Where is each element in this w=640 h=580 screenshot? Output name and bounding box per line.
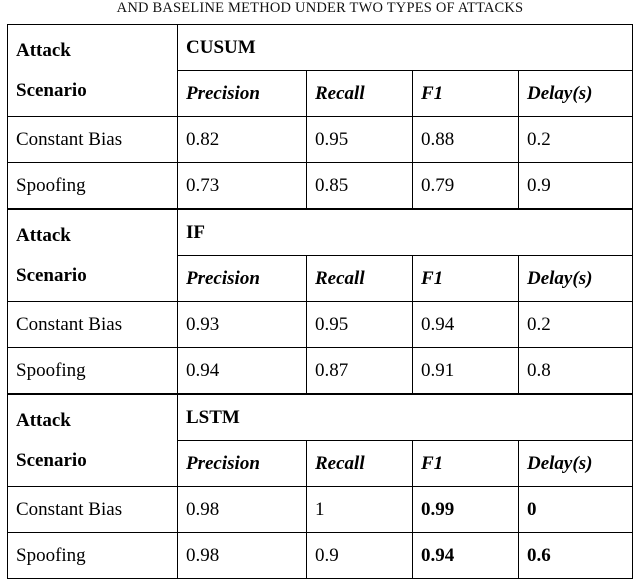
value-precision: 0.94	[177, 347, 307, 395]
value-f1: 0.88	[412, 116, 519, 163]
value-recall: 0.85	[306, 162, 413, 210]
table-row: Attack Scenario IF	[7, 208, 634, 302]
value-precision: 0.98	[177, 486, 307, 533]
value-recall: 0.95	[306, 301, 413, 348]
scenario-header-line-2: Scenario	[16, 450, 87, 471]
metric-header-delay: Delay(s)	[517, 70, 634, 117]
value-recall: 0.87	[306, 347, 413, 395]
row-label-spoofing: Spoofing	[7, 162, 178, 210]
value-recall: 0.9	[306, 532, 413, 579]
scenario-header-line-2: Scenario	[16, 265, 87, 286]
results-table-body: Attack Scenario CUSUM Precision Recall F…	[7, 24, 634, 579]
metric-header-recall: Recall	[306, 440, 413, 487]
value-delay: 0.8	[517, 347, 634, 395]
metric-header-delay: Delay(s)	[517, 440, 634, 487]
table-row: Attack Scenario CUSUM	[7, 24, 634, 117]
document-page: AND BASELINE METHOD UNDER TWO TYPES OF A…	[0, 0, 640, 580]
value-delay: 0.2	[517, 116, 634, 163]
scenario-header-cell: Attack Scenario	[7, 208, 178, 302]
table-row: Constant Bias 0.98 1 0.99 0	[7, 486, 634, 533]
method-name-cell: CUSUM	[176, 24, 634, 71]
value-precision: 0.98	[177, 532, 307, 579]
value-f1: 0.94	[412, 301, 519, 348]
scenario-header-line-1: Attack	[16, 40, 71, 61]
scenario-header-line-1: Attack	[16, 410, 71, 431]
value-f1: 0.99	[412, 486, 519, 533]
scenario-header-line-1: Attack	[16, 225, 71, 246]
value-precision: 0.93	[177, 301, 307, 348]
metric-header-f1: F1	[412, 440, 519, 487]
results-table-container: Attack Scenario CUSUM Precision Recall F…	[7, 24, 634, 579]
scenario-header-cell: Attack Scenario	[7, 393, 178, 487]
value-precision: 0.82	[177, 116, 307, 163]
table-row: Constant Bias 0.82 0.95 0.88 0.2	[7, 116, 634, 163]
value-recall: 1	[306, 486, 413, 533]
value-recall: 0.95	[306, 116, 413, 163]
value-delay: 0	[517, 486, 634, 533]
results-table: Attack Scenario CUSUM Precision Recall F…	[7, 24, 634, 579]
value-precision: 0.73	[177, 162, 307, 210]
metric-header-precision: Precision	[177, 255, 307, 302]
scenario-header-line-2: Scenario	[16, 80, 87, 101]
method-name-cell: IF	[176, 208, 634, 256]
value-f1: 0.94	[412, 532, 519, 579]
method-name-cell: LSTM	[176, 393, 634, 441]
table-row: Spoofing 0.98 0.9 0.94 0.6	[7, 532, 634, 579]
table-row: Constant Bias 0.93 0.95 0.94 0.2	[7, 301, 634, 348]
table-row: Spoofing 0.73 0.85 0.79 0.9	[7, 162, 634, 210]
value-delay: 0.6	[517, 532, 634, 579]
row-label-constant-bias: Constant Bias	[7, 486, 178, 533]
row-label-constant-bias: Constant Bias	[7, 301, 178, 348]
metric-header-delay: Delay(s)	[517, 255, 634, 302]
row-label-spoofing: Spoofing	[7, 532, 178, 579]
value-f1: 0.79	[412, 162, 519, 210]
value-delay: 0.9	[517, 162, 634, 210]
metric-header-precision: Precision	[177, 440, 307, 487]
metric-header-recall: Recall	[306, 70, 413, 117]
metric-header-recall: Recall	[306, 255, 413, 302]
scenario-header-cell: Attack Scenario	[7, 24, 178, 117]
table-caption-text: AND BASELINE METHOD UNDER TWO TYPES OF A…	[116, 0, 524, 16]
table-caption: AND BASELINE METHOD UNDER TWO TYPES OF A…	[0, 0, 640, 17]
value-delay: 0.2	[517, 301, 634, 348]
table-row: Spoofing 0.94 0.87 0.91 0.8	[7, 347, 634, 395]
metric-header-f1: F1	[412, 255, 519, 302]
value-f1: 0.91	[412, 347, 519, 395]
row-label-constant-bias: Constant Bias	[7, 116, 178, 163]
table-row: Attack Scenario LSTM	[7, 393, 634, 487]
row-label-spoofing: Spoofing	[7, 347, 178, 395]
metric-header-precision: Precision	[177, 70, 307, 117]
metric-header-f1: F1	[412, 70, 519, 117]
